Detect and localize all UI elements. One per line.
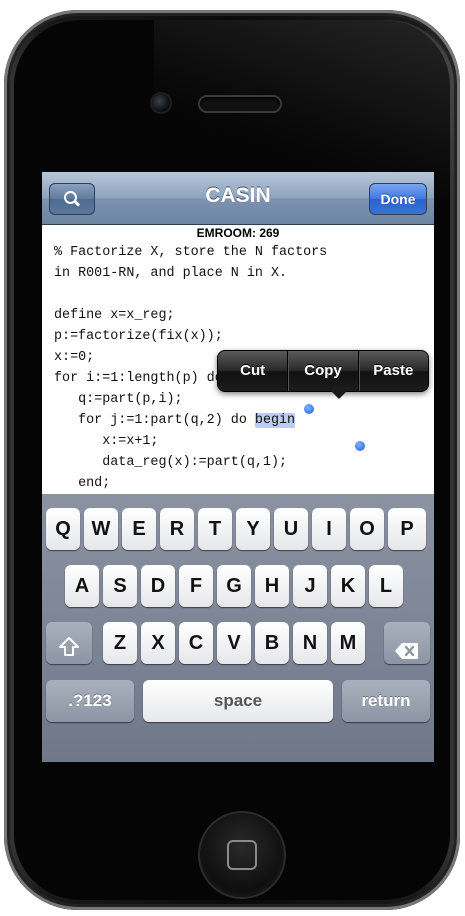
front-camera-icon (152, 94, 170, 112)
space-key[interactable]: space (143, 680, 333, 722)
done-button[interactable]: Done (369, 183, 427, 215)
key-o[interactable]: O (350, 508, 384, 550)
key-t[interactable]: T (198, 508, 232, 550)
document-heading: EMROOM: 269 (196, 226, 280, 240)
key-u[interactable]: U (274, 508, 308, 550)
selection-end-handle[interactable] (355, 441, 365, 451)
code-line: q:=part(p,i); (54, 392, 183, 407)
home-square-icon (227, 840, 257, 870)
key-f[interactable]: F (179, 565, 213, 607)
code-line: end; (54, 476, 111, 491)
code-line: define x=x_reg; (54, 308, 175, 323)
keyboard: Q W E R T Y U I O P A S D F G H J K L Z … (42, 494, 434, 762)
home-button[interactable] (200, 813, 284, 897)
delete-icon (394, 634, 420, 659)
key-n[interactable]: N (293, 622, 327, 664)
cut-menu-item[interactable]: Cut (218, 351, 287, 391)
key-i[interactable]: I (312, 508, 346, 550)
paste-menu-item[interactable]: Paste (357, 351, 428, 391)
key-p[interactable]: P (388, 508, 426, 550)
code-line: % Factorize X, store the N factors (54, 245, 328, 260)
delete-key[interactable] (384, 622, 430, 664)
key-e[interactable]: E (122, 508, 156, 550)
key-c[interactable]: C (179, 622, 213, 664)
earpiece-speaker-icon (200, 97, 280, 111)
return-key[interactable]: return (342, 680, 430, 722)
key-x[interactable]: X (141, 622, 175, 664)
selection-start-handle[interactable] (304, 404, 314, 414)
selected-text[interactable]: begin (254, 413, 296, 428)
code-line: in R001-RN, and place N in X. (54, 266, 288, 281)
navigation-bar: CASIN Done (42, 172, 434, 225)
code-line: for i:=1:length(p) do (54, 371, 223, 386)
key-d[interactable]: D (141, 565, 175, 607)
key-b[interactable]: B (255, 622, 289, 664)
key-z[interactable]: Z (103, 622, 137, 664)
app-screen: CASIN Done EMROOM: 269 % Factorize X, st… (42, 172, 434, 762)
code-line: for j:=1:part(q,2) do begin (54, 413, 296, 428)
edit-menu: Cut Copy Paste (217, 350, 429, 392)
key-a[interactable]: A (65, 565, 99, 607)
key-y[interactable]: Y (236, 508, 270, 550)
copy-menu-item[interactable]: Copy (287, 351, 357, 391)
code-line: x:=x+1; (54, 434, 159, 449)
edit-menu-arrow (330, 390, 348, 399)
key-j[interactable]: J (293, 565, 327, 607)
code-line: p:=factorize(fix(x)); (54, 329, 223, 344)
key-m[interactable]: M (331, 622, 365, 664)
key-q[interactable]: Q (46, 508, 80, 550)
key-l[interactable]: L (369, 565, 403, 607)
key-w[interactable]: W (84, 508, 118, 550)
numbers-key[interactable]: .?123 (46, 680, 134, 722)
code-line: data_reg(x):=part(q,1); (54, 455, 288, 470)
key-k[interactable]: K (331, 565, 365, 607)
key-s[interactable]: S (103, 565, 137, 607)
key-h[interactable]: H (255, 565, 289, 607)
shift-key[interactable] (46, 622, 92, 664)
key-r[interactable]: R (160, 508, 194, 550)
code-line: x:=0; (54, 350, 95, 365)
shift-icon (58, 632, 80, 656)
key-v[interactable]: V (217, 622, 251, 664)
key-g[interactable]: G (217, 565, 251, 607)
